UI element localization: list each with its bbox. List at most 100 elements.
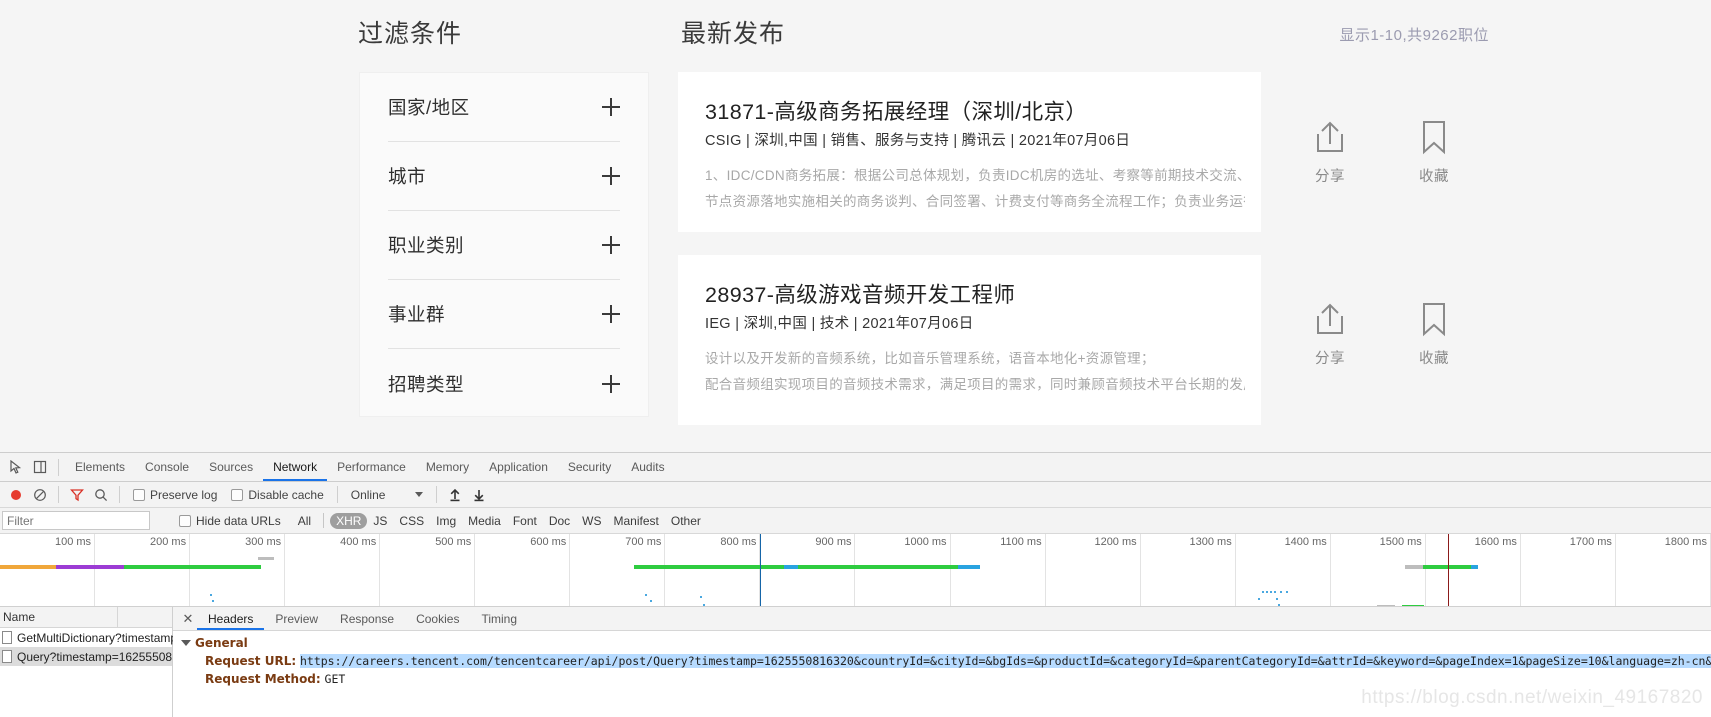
detail-tab-response[interactable]: Response	[329, 607, 405, 630]
share-action[interactable]: 分享	[1307, 300, 1353, 368]
request-list[interactable]: Name GetMultiDictionary?timestamp... Que…	[0, 606, 189, 717]
timeline-tick: 400 ms	[285, 534, 381, 606]
plus-icon[interactable]	[602, 167, 620, 185]
job-title[interactable]: 28937-高级游戏音频开发工程师	[705, 278, 1015, 309]
throttling-select[interactable]: Online	[344, 488, 431, 502]
job-description: 1、IDC/CDN商务拓展：根据公司总体规划，负责IDC机房的选址、考察等前期技…	[705, 163, 1245, 215]
column-header-spacer	[118, 607, 172, 628]
filter-icon[interactable]	[65, 483, 89, 507]
record-button[interactable]	[4, 483, 28, 507]
type-filter-font[interactable]: Font	[507, 513, 543, 529]
filter-item-category[interactable]: 职业类别	[388, 211, 620, 280]
tab-security[interactable]: Security	[558, 453, 621, 481]
bookmark-icon	[1415, 300, 1453, 338]
tab-application[interactable]: Application	[479, 453, 558, 481]
column-header-name[interactable]: Name	[0, 606, 118, 628]
timeline-tick: 1000 ms	[856, 534, 951, 606]
collect-action[interactable]: 收藏	[1411, 118, 1457, 186]
network-bottom-split: Name GetMultiDictionary?timestamp... Que…	[0, 606, 1711, 717]
tab-performance[interactable]: Performance	[327, 453, 416, 481]
job-description-line: 配合音频组实现项目的音频技术需求，满足项目的需求，同时兼顾音频技术平台长期的发展…	[705, 377, 1245, 392]
plus-icon[interactable]	[602, 236, 620, 254]
tab-audits[interactable]: Audits	[621, 453, 674, 481]
preserve-log-option[interactable]: Preserve log	[126, 488, 224, 502]
request-url-row: Request URL: https://careers.tencent.com…	[205, 654, 1711, 668]
timeline-request-dot	[212, 600, 214, 602]
inspect-element-icon[interactable]	[4, 455, 28, 479]
share-action[interactable]: 分享	[1307, 118, 1353, 186]
share-icon	[1311, 118, 1349, 156]
timeline-tick-label: 1400 ms	[1284, 536, 1327, 548]
timeline-tick: 500 ms	[380, 534, 476, 606]
general-group-header[interactable]: General	[181, 636, 1711, 650]
timeline-tick-label: 1600 ms	[1474, 536, 1517, 548]
disable-cache-checkbox[interactable]	[231, 488, 244, 501]
job-title[interactable]: 31871-高级商务拓展经理（深圳/北京）	[705, 95, 1087, 126]
screenshot-root: 过滤条件 最新发布 显示1-10,共9262职位 国家/地区 城市 职业类别 事…	[0, 0, 1711, 717]
timeline-request-dot	[650, 600, 652, 602]
tab-elements[interactable]: Elements	[65, 453, 135, 481]
tab-network[interactable]: Network	[263, 453, 327, 481]
timeline-tick: 300 ms	[190, 534, 286, 606]
timeline-tick: 1500 ms	[1331, 534, 1426, 606]
hide-data-urls-checkbox[interactable]	[179, 514, 191, 527]
timeline-tick-label: 100 ms	[54, 536, 92, 548]
device-toolbar-icon[interactable]	[28, 455, 52, 479]
export-har-icon[interactable]	[467, 483, 491, 507]
filter-input[interactable]	[2, 511, 150, 530]
table-row[interactable]: Query?timestamp=162555081...	[0, 647, 189, 666]
type-filter-other[interactable]: Other	[665, 513, 707, 529]
filter-item-recruit-type[interactable]: 招聘类型	[388, 349, 620, 418]
job-meta: IEG | 深圳,中国 | 技术 | 2021年07月06日	[705, 316, 974, 332]
collect-action[interactable]: 收藏	[1411, 300, 1457, 368]
filter-item-country[interactable]: 国家/地区	[388, 73, 620, 142]
detail-tab-cookies[interactable]: Cookies	[405, 607, 470, 630]
type-filter-doc[interactable]: Doc	[543, 513, 576, 529]
network-filter-bar: Hide data URLs All XHR JS CSS Img Media …	[0, 508, 1711, 534]
tab-sources[interactable]: Sources	[199, 453, 263, 481]
filter-item-business-group[interactable]: 事业群	[388, 280, 620, 349]
table-row[interactable]: GetMultiDictionary?timestamp...	[0, 628, 187, 647]
job-card[interactable]: 28937-高级游戏音频开发工程师 IEG | 深圳,中国 | 技术 | 202…	[678, 255, 1261, 425]
type-filter-manifest[interactable]: Manifest	[608, 513, 665, 529]
timeline-request-dot	[1274, 591, 1276, 593]
request-url-value[interactable]: https://careers.tencent.com/tencentcaree…	[299, 654, 1711, 668]
type-filter-img[interactable]: Img	[430, 513, 462, 529]
tab-console[interactable]: Console	[135, 453, 199, 481]
network-overview-timeline[interactable]: 1800 ms 1700 ms 1600 ms 1500 ms 1400 ms 1300 …	[0, 534, 1711, 607]
timeline-tick: 1100 ms	[951, 534, 1046, 606]
type-filter-ws[interactable]: WS	[576, 513, 607, 529]
detail-tab-headers[interactable]: Headers	[197, 607, 264, 630]
filter-item-city[interactable]: 城市	[388, 142, 620, 211]
timeline-tick-label: 800 ms	[720, 536, 757, 548]
hide-data-urls-option[interactable]: Hide data URLs	[172, 514, 288, 528]
timeline-tick-label: 600 ms	[530, 536, 567, 548]
import-har-icon[interactable]	[443, 483, 467, 507]
type-filter-js[interactable]: JS	[367, 513, 393, 529]
divider	[323, 513, 325, 528]
preserve-log-checkbox[interactable]	[133, 488, 145, 501]
detail-tab-preview[interactable]: Preview	[264, 607, 329, 630]
type-filter-media[interactable]: Media	[462, 513, 507, 529]
detail-tab-timing[interactable]: Timing	[470, 607, 528, 630]
timeline-request-dot	[703, 604, 705, 606]
type-filter-all[interactable]: All	[292, 513, 317, 529]
plus-icon[interactable]	[602, 98, 620, 116]
timeline-tick: 1700 ms	[1521, 534, 1616, 606]
timeline-tick: 200 ms	[95, 534, 191, 606]
type-filter-css[interactable]: CSS	[393, 513, 430, 529]
clear-button[interactable]	[28, 483, 52, 507]
close-icon[interactable]: ✕	[179, 610, 197, 628]
plus-icon[interactable]	[602, 305, 620, 323]
tab-memory[interactable]: Memory	[416, 453, 479, 481]
job-card[interactable]: 31871-高级商务拓展经理（深圳/北京） CSIG | 深圳,中国 | 销售、…	[678, 72, 1261, 232]
disable-cache-option[interactable]: Disable cache	[224, 488, 330, 502]
triangle-down-icon	[181, 640, 191, 646]
divider	[119, 486, 120, 503]
headers-body: General Request URL: https://careers.ten…	[173, 631, 1711, 686]
type-filter-xhr[interactable]: XHR	[330, 512, 368, 529]
document-icon	[2, 650, 12, 663]
plus-icon[interactable]	[602, 374, 620, 393]
search-icon[interactable]	[89, 483, 113, 507]
timeline-tick: 700 ms	[570, 534, 666, 606]
